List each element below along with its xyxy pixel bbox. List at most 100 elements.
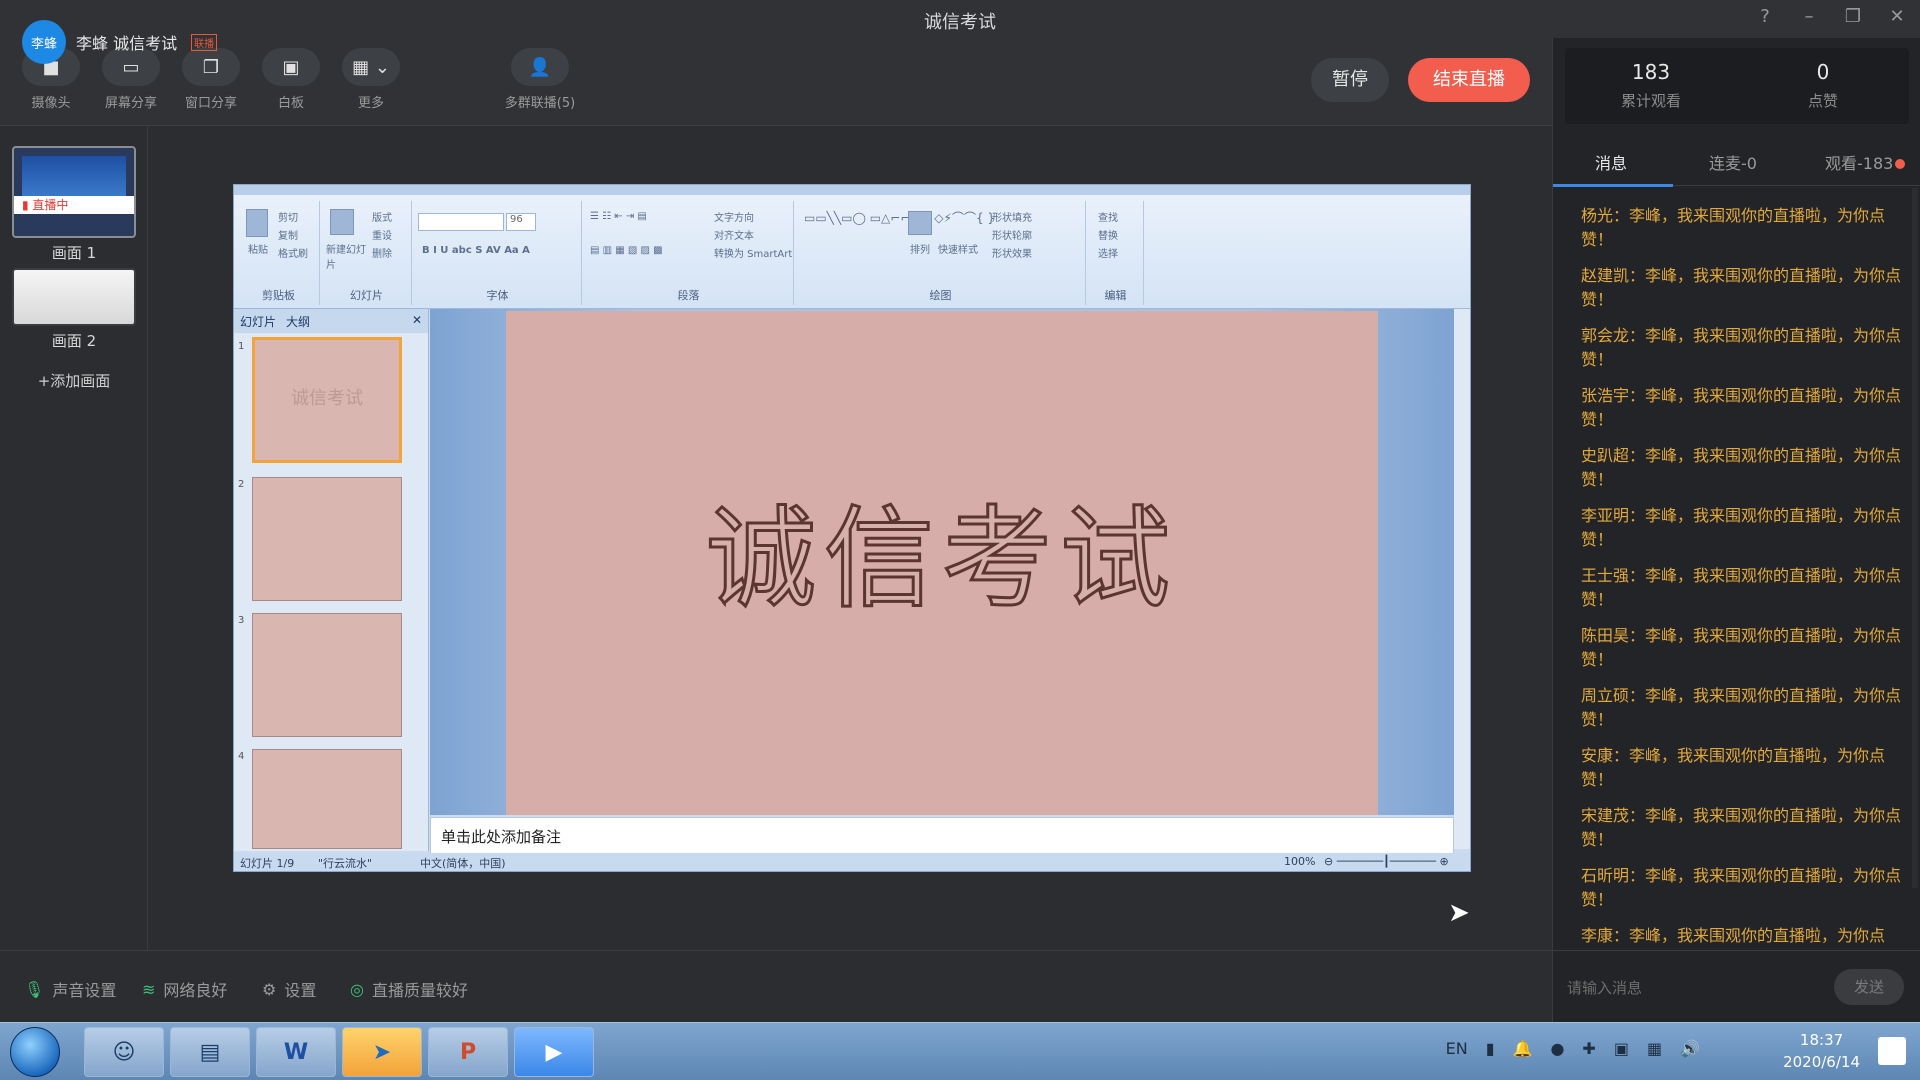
multi-group-label: 多群联播(5)	[504, 96, 576, 111]
scene-item-1[interactable]: ▮ 直播中 画面 1	[12, 146, 136, 263]
bold-button[interactable]: B I U abc S AV Aa A	[422, 245, 530, 256]
ribbon-tabs	[234, 185, 1470, 195]
chat-tabs: 消息 连麦-0 观看-183	[1553, 140, 1920, 187]
clock[interactable]: 18:37 2020/6/14	[1783, 1029, 1860, 1073]
align-buttons[interactable]: ▤ ▥ ▦ ▧ ▨ ▩	[590, 245, 663, 256]
send-button[interactable]: 发送	[1834, 969, 1904, 1005]
scene-name: 画面 1	[51, 244, 97, 262]
font-name-field[interactable]	[418, 213, 504, 231]
start-button[interactable]	[10, 1027, 60, 1077]
paste-button[interactable]: 粘贴	[248, 241, 268, 256]
smartart-button[interactable]: 转换为 SmartArt	[714, 245, 792, 260]
taskbar-app-contacts[interactable]: ☺	[84, 1027, 164, 1077]
list-item: 张浩宇：李峰，我来围观你的直播啦，为你点赞！	[1581, 386, 1902, 429]
group-font: 96 B I U abc S AV Aa A 字体	[414, 201, 582, 305]
profile: 李蜂 李蜂 诚信考试 联播	[22, 20, 218, 64]
close-icon[interactable]: ✕	[412, 313, 422, 327]
notification-dot	[1895, 159, 1906, 169]
slide-thumbnail-2[interactable]	[252, 477, 402, 601]
tab-messages[interactable]: 消息	[1595, 150, 1627, 174]
slide-thumbnail-1[interactable]: 诚信考试	[252, 337, 402, 463]
new-slide-button[interactable]: 新建幻灯片	[326, 241, 366, 271]
taskbar-app-powerpoint[interactable]: P	[428, 1027, 508, 1077]
sound-settings-button[interactable]: 🎙 声音设置	[24, 977, 116, 1001]
vertical-scrollbar[interactable]	[1454, 309, 1470, 849]
network-status: ≋ 网络良好	[142, 977, 227, 1001]
arrange-button[interactable]: 排列	[910, 241, 930, 256]
message-list: 杨光：李峰，我来围观你的直播啦，为你点赞！ 赵建凯：李峰，我来围观你的直播啦，为…	[1581, 204, 1911, 944]
whiteboard-button[interactable]: ▣ 白板	[256, 48, 326, 111]
bottom-bar: 🎙 声音设置 ≋ 网络良好 ⚙ 设置 ◎ 直播质量较好	[0, 950, 1552, 1022]
maximize-button[interactable]: ❐	[1842, 6, 1864, 28]
shield-icon[interactable]: ✚	[1582, 1039, 1595, 1058]
tab-slides[interactable]: 幻灯片	[240, 313, 276, 330]
status-badge: 联播	[191, 33, 218, 51]
add-scene-button[interactable]: +添加画面	[0, 370, 148, 391]
bell-icon[interactable]: 🔔	[1513, 1039, 1533, 1058]
pause-button[interactable]: 暂停	[1311, 58, 1389, 102]
format-painter-button[interactable]: 格式刷	[278, 245, 308, 260]
scene-item-2[interactable]: 画面 2	[12, 268, 136, 351]
list-buttons[interactable]: ☰ ☷ ⇤ ⇥ ▤	[590, 211, 647, 222]
taskbar-app-explorer[interactable]: ▤	[170, 1027, 250, 1077]
text-direction-button[interactable]: 文字方向	[714, 209, 754, 224]
shapes-gallery[interactable]: ▭▭╲╲▭◯ ▭△⌐⌐⇨⇩ ◇⚡⌒⌒{ }	[804, 209, 995, 226]
scene-thumbnail	[12, 268, 136, 326]
end-live-button[interactable]: 结束直播	[1408, 58, 1530, 102]
message-scrollbar[interactable]	[1912, 188, 1918, 888]
find-button[interactable]: 查找	[1098, 209, 1118, 224]
list-item: 史趴超：李峰，我来围观你的直播啦，为你点赞！	[1581, 446, 1902, 489]
right-panel: 183 累计观看 0 点赞 消息 连麦-0 观看-183 杨光：李峰，我来围观你…	[1552, 38, 1920, 950]
tab-connect[interactable]: 连麦-0	[1709, 150, 1757, 174]
stats-card: 183 累计观看 0 点赞	[1565, 48, 1909, 124]
network-icon[interactable]: ▦	[1647, 1039, 1662, 1058]
shape-fill-button[interactable]: 形状填充	[992, 209, 1032, 224]
quick-styles-button[interactable]: 快速样式	[938, 241, 978, 256]
window-title: 诚信考试	[924, 12, 996, 33]
settings-button[interactable]: ⚙ 设置	[262, 977, 316, 1001]
copy-button[interactable]: 复制	[278, 227, 298, 242]
tab-watching[interactable]: 观看-183	[1825, 150, 1906, 174]
current-slide[interactable]: 诚信考试	[506, 311, 1378, 815]
slide-thumbnail-4[interactable]	[252, 749, 402, 849]
list-item: 王士强：李峰，我来围观你的直播啦，为你点赞！	[1581, 566, 1902, 609]
chat-input[interactable]: 请输入消息	[1567, 977, 1642, 998]
volume-icon[interactable]: 🔊	[1680, 1039, 1700, 1058]
shape-outline-button[interactable]: 形状轮廓	[992, 227, 1032, 242]
replace-button[interactable]: 替换	[1098, 227, 1118, 242]
list-item: 赵建凯：李峰，我来围观你的直播啦，为你点赞！	[1581, 266, 1902, 309]
avatar[interactable]: 李蜂	[22, 20, 66, 64]
slide-title[interactable]: 诚信考试	[506, 469, 1378, 629]
taskbar-app-word[interactable]: W	[256, 1027, 336, 1077]
cut-button[interactable]: 剪切	[278, 209, 298, 224]
font-size-field[interactable]: 96	[506, 213, 536, 231]
notes-field[interactable]: 单击此处添加备注	[430, 817, 1454, 855]
more-button[interactable]: ▦ ⌄ 更多	[336, 48, 406, 111]
new-slide-icon	[330, 209, 354, 235]
align-text-button[interactable]: 对齐文本	[714, 227, 754, 242]
help-icon[interactable]: ?	[1754, 6, 1776, 28]
shape-effects-button[interactable]: 形状效果	[992, 245, 1032, 260]
close-button[interactable]: ✕	[1886, 6, 1908, 28]
notification-icon[interactable]	[1878, 1037, 1906, 1065]
list-item: 李康：李峰，我来围观你的直播啦，为你点赞！	[1581, 926, 1886, 944]
minimize-button[interactable]: –	[1798, 6, 1820, 28]
qq-icon[interactable]: ●	[1550, 1039, 1564, 1058]
settings-label: 设置	[284, 981, 317, 1000]
grid-icon: ▦ ⌄	[342, 48, 400, 86]
taskbar-app-live[interactable]: ▶	[514, 1027, 594, 1077]
multi-group-button[interactable]: 👤 多群联播(5)	[500, 48, 580, 111]
slide-thumbnail-3[interactable]	[252, 613, 402, 737]
language: 中文(简体，中国)	[420, 857, 506, 870]
select-button[interactable]: 选择	[1098, 245, 1118, 260]
taskbar-app-dingtalk[interactable]: ➤	[342, 1027, 422, 1077]
ime-indicator[interactable]: EN	[1446, 1039, 1468, 1058]
battery-icon[interactable]: ▮	[1486, 1039, 1495, 1058]
tab-outline[interactable]: 大纲	[286, 313, 310, 330]
delete-button[interactable]: 删除	[372, 245, 392, 260]
layout-button[interactable]: 版式	[372, 209, 392, 224]
device-icon[interactable]: ▣	[1614, 1039, 1629, 1058]
zoom-level[interactable]: 100%	[1284, 855, 1315, 868]
reset-button[interactable]: 重设	[372, 227, 392, 242]
zoom-slider[interactable]: ⊖ ───────┃─────── ⊕	[1324, 855, 1449, 868]
